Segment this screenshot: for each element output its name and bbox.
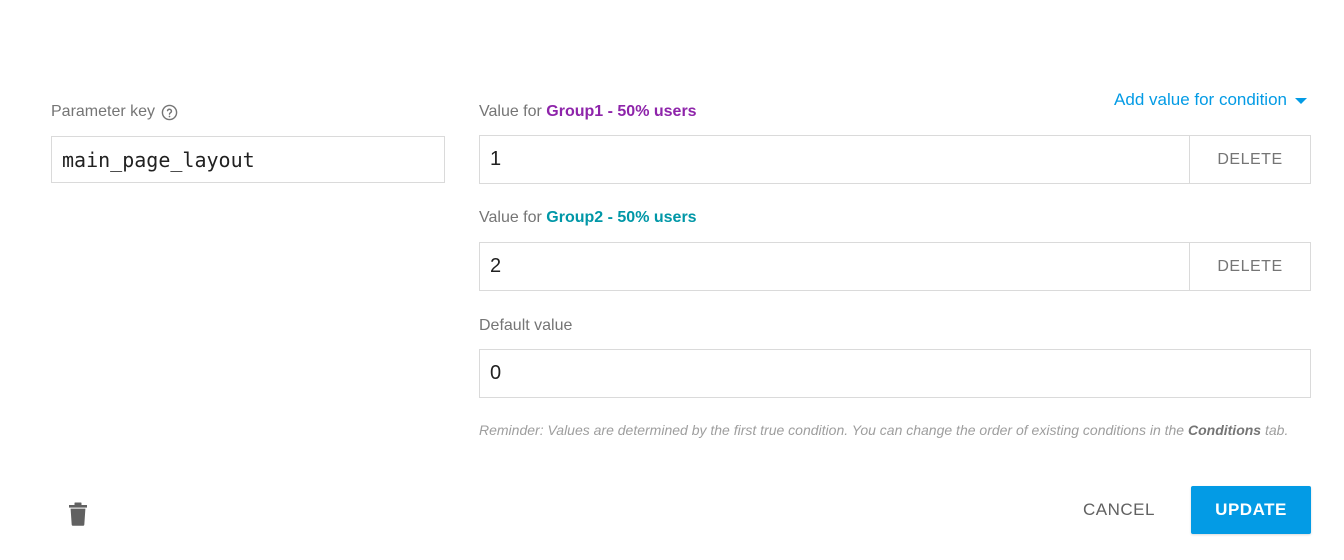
reminder-text-after: tab. [1261, 422, 1289, 438]
reminder-text-before: Reminder: Values are determined by the f… [479, 422, 1188, 438]
value-row-group1: DELETE [479, 135, 1311, 184]
caret-down-icon [1295, 98, 1307, 104]
value-label-prefix: Value for [479, 209, 547, 226]
add-value-for-condition-label: Add value for condition [1114, 90, 1287, 109]
reminder-conditions-emphasis: Conditions [1187, 422, 1262, 438]
value-row-group2: DELETE [479, 242, 1311, 291]
update-button[interactable]: UPDATE [1191, 486, 1311, 534]
parameter-key-label-text: Parameter key [51, 103, 156, 120]
value-input-group1[interactable] [480, 136, 1189, 183]
value-input-group2[interactable] [480, 243, 1189, 290]
condition-name-group2: Group2 - 50% users [546, 209, 697, 226]
reminder-text: Reminder: Values are determined by the f… [479, 419, 1309, 441]
trash-icon[interactable] [68, 502, 88, 526]
value-label-group1: Value for Group1 - 50% users [479, 101, 697, 123]
parameter-key-input[interactable] [51, 136, 445, 183]
default-value-input[interactable] [480, 350, 1310, 397]
edit-parameter-dialog: Parameter key Add value for condition Va… [0, 0, 1344, 560]
delete-button-group1[interactable]: DELETE [1189, 136, 1310, 183]
add-value-for-condition-button[interactable]: Add value for condition [1114, 88, 1307, 112]
value-label-group2: Value for Group2 - 50% users [479, 207, 697, 229]
value-label-prefix: Value for [479, 103, 547, 120]
help-circle-icon[interactable] [161, 104, 178, 121]
default-value-label: Default value [479, 317, 573, 334]
condition-name-group1: Group1 - 50% users [546, 103, 697, 120]
default-value-row [479, 349, 1311, 398]
delete-button-group2[interactable]: DELETE [1189, 243, 1310, 290]
parameter-key-label: Parameter key [51, 100, 178, 124]
cancel-button[interactable]: CANCEL [1066, 486, 1172, 534]
